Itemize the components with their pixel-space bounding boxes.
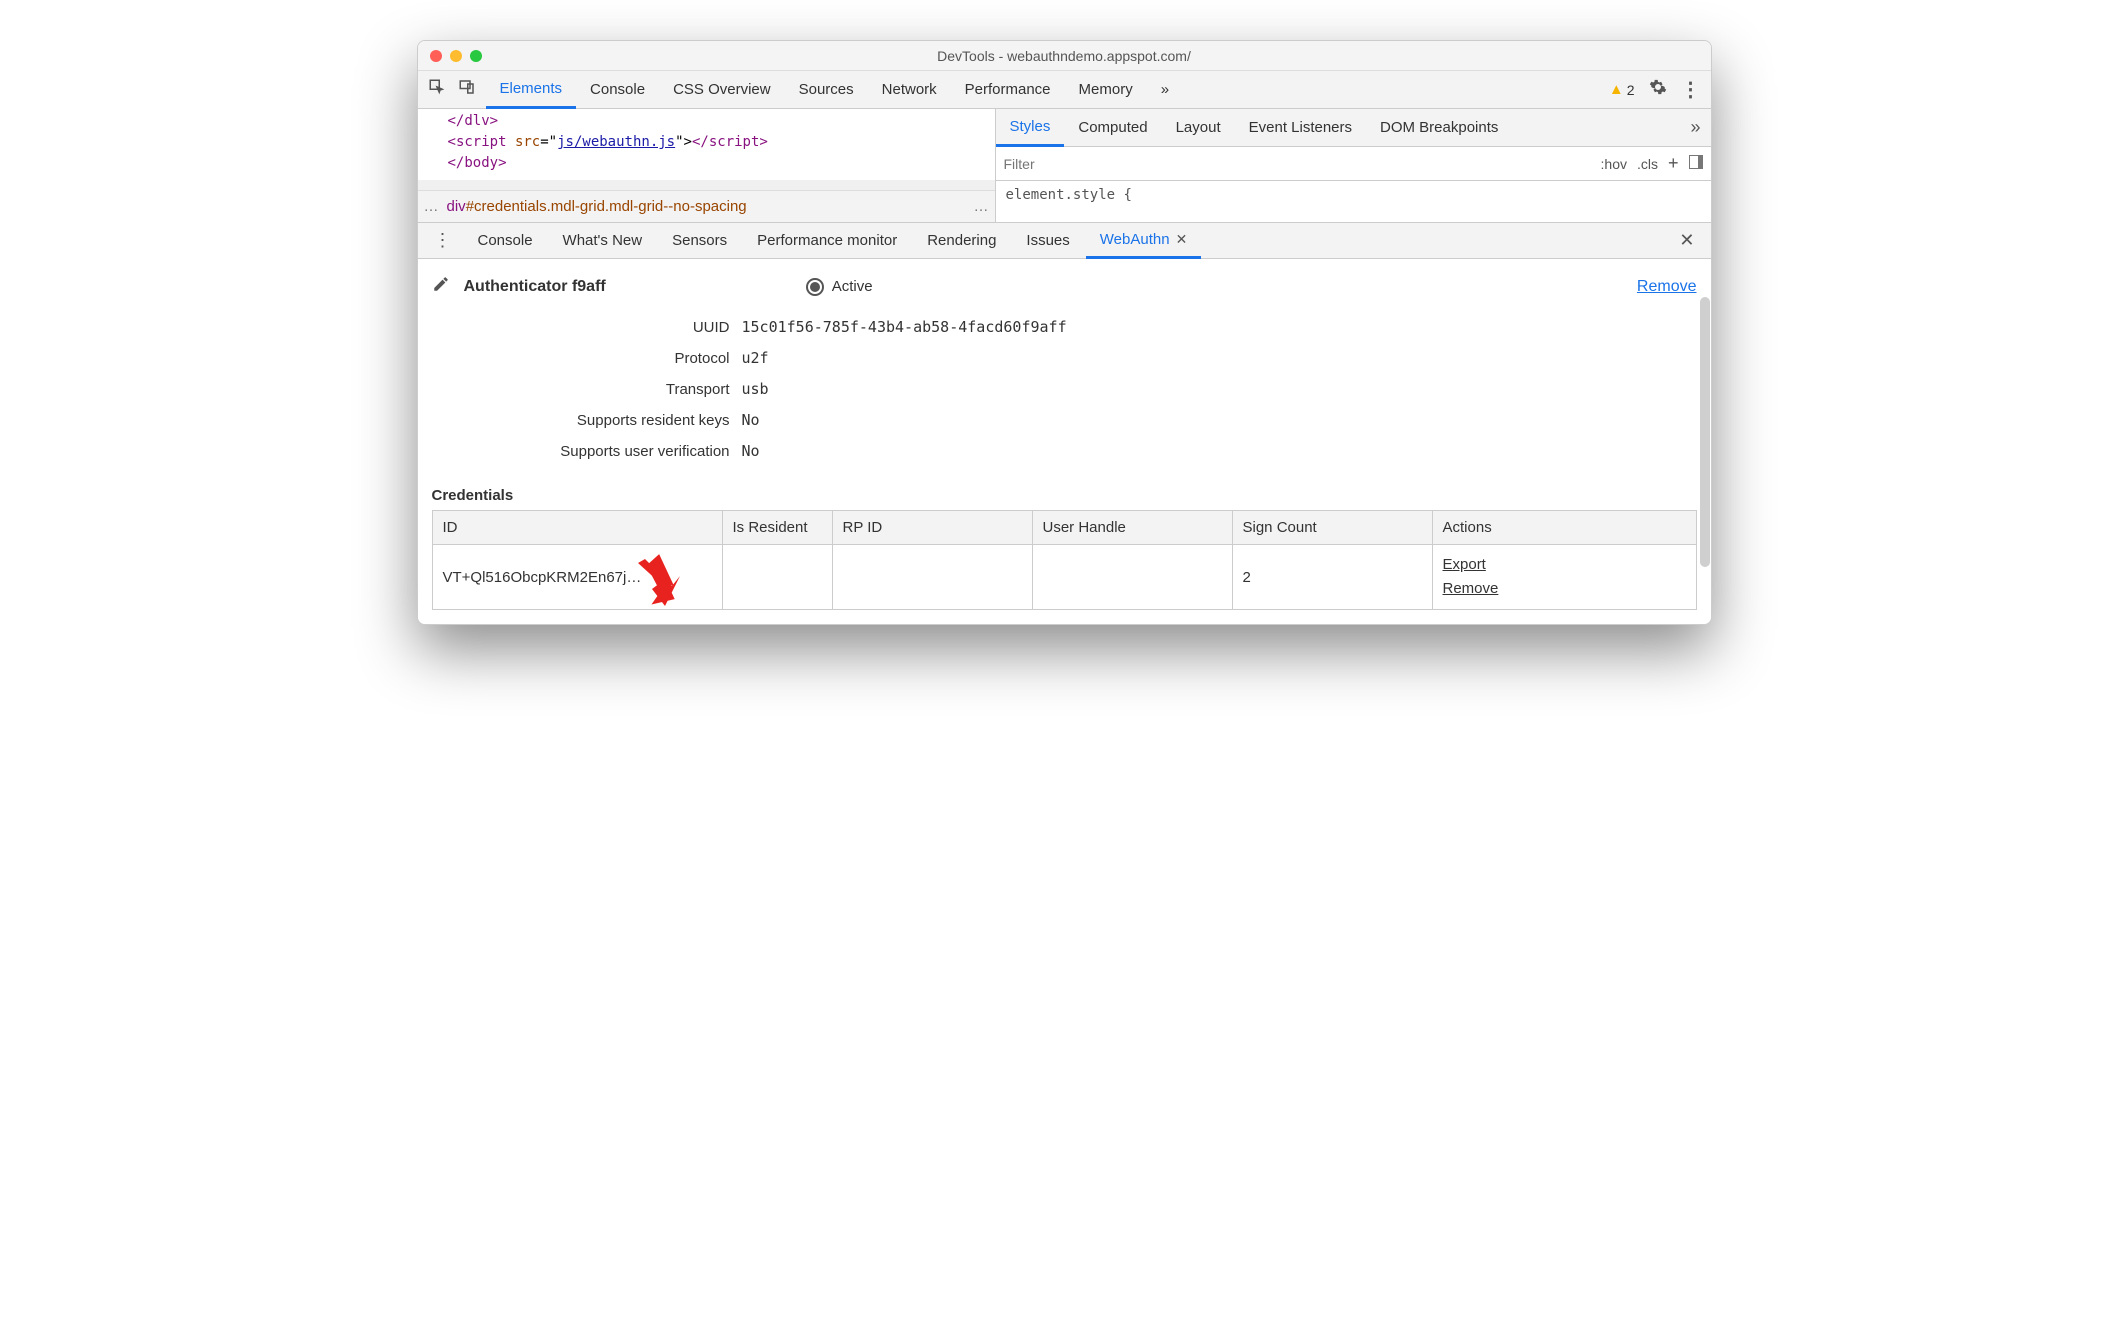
active-label: Active: [832, 278, 873, 295]
tab-memory[interactable]: Memory: [1065, 71, 1147, 109]
panel-scroll-thumb[interactable]: [1700, 297, 1710, 567]
tab-elements[interactable]: Elements: [486, 71, 577, 109]
styles-pane: Styles Computed Layout Event Listeners D…: [996, 109, 1711, 222]
credentials-table: ID Is Resident RP ID User Handle Sign Co…: [432, 510, 1697, 610]
th-signcount: Sign Count: [1232, 511, 1432, 545]
styles-tabs: Styles Computed Layout Event Listeners D…: [996, 109, 1711, 147]
drawer-tab-webauthn[interactable]: WebAuthn ✕: [1086, 223, 1202, 259]
th-actions: Actions: [1432, 511, 1696, 545]
close-window-button[interactable]: [430, 50, 442, 62]
traffic-lights: [418, 50, 482, 62]
titlebar: DevTools - webauthndemo.appspot.com/: [418, 41, 1711, 71]
drawer-tab-perfmonitor[interactable]: Performance monitor: [743, 223, 911, 259]
close-drawer-icon[interactable]: ✕: [1679, 230, 1704, 251]
cell-signcount: 2: [1232, 545, 1432, 610]
warnings-count: 2: [1627, 82, 1635, 98]
warning-icon: ▲: [1609, 81, 1624, 98]
drawer-kebab-icon[interactable]: ⋮: [424, 230, 462, 251]
subtab-event-listeners[interactable]: Event Listeners: [1235, 109, 1366, 147]
subtab-layout[interactable]: Layout: [1162, 109, 1235, 147]
authenticator-title: Authenticator f9aff: [464, 278, 606, 296]
remove-authenticator-link[interactable]: Remove: [1637, 278, 1697, 296]
settings-icon[interactable]: [1649, 78, 1667, 101]
inspect-icon[interactable]: [428, 78, 446, 101]
styles-filter-input[interactable]: [1004, 156, 1591, 172]
cell-id: VT+Ql516ObcpKRM2En67j…: [432, 545, 722, 610]
main-tabs: Elements Console CSS Overview Sources Ne…: [486, 71, 1609, 109]
th-id: ID: [432, 511, 722, 545]
tab-console[interactable]: Console: [576, 71, 659, 109]
export-credential-link[interactable]: Export: [1443, 553, 1686, 577]
active-radio[interactable]: Active: [806, 278, 873, 296]
warnings-badge[interactable]: ▲ 2: [1609, 81, 1635, 98]
split-panes: </dlv> <script src="js/webauthn.js"></sc…: [418, 109, 1711, 223]
th-userhandle: User Handle: [1032, 511, 1232, 545]
tab-performance[interactable]: Performance: [951, 71, 1065, 109]
remove-credential-link[interactable]: Remove: [1443, 577, 1686, 601]
subtab-computed[interactable]: Computed: [1064, 109, 1161, 147]
hov-toggle[interactable]: :hov: [1601, 156, 1627, 172]
cell-resident: [722, 545, 832, 610]
more-tabs-icon[interactable]: »: [1147, 71, 1183, 109]
drawer-tab-rendering[interactable]: Rendering: [913, 223, 1010, 259]
cell-userhandle: [1032, 545, 1232, 610]
cell-rpid: [832, 545, 1032, 610]
minimize-window-button[interactable]: [450, 50, 462, 62]
prop-protocol: Protocol u2f: [432, 343, 1697, 374]
credentials-title: Credentials: [432, 487, 1697, 504]
cls-toggle[interactable]: .cls: [1637, 156, 1658, 172]
dom-tree[interactable]: </dlv> <script src="js/webauthn.js"></sc…: [418, 109, 995, 180]
th-rpid: RP ID: [832, 511, 1032, 545]
webauthn-panel: Authenticator f9aff Active Remove UUID 1…: [418, 259, 1711, 624]
toolbar-left-icons: [418, 78, 486, 101]
panel-scroll-track[interactable]: [1700, 297, 1711, 624]
prop-uuid: UUID 15c01f56-785f-43b4-ab58-4facd60f9af…: [432, 312, 1697, 343]
tab-sources[interactable]: Sources: [785, 71, 868, 109]
drawer-tab-issues[interactable]: Issues: [1012, 223, 1083, 259]
authenticator-header: Authenticator f9aff Active Remove: [432, 275, 1697, 298]
cell-actions: Export Remove: [1432, 545, 1696, 610]
prop-resident-keys: Supports resident keys No: [432, 405, 1697, 436]
subtab-styles[interactable]: Styles: [996, 109, 1065, 147]
toolbar-right: ▲ 2 ⋮: [1609, 77, 1711, 102]
new-style-rule-icon[interactable]: +: [1668, 153, 1679, 174]
authenticator-props: UUID 15c01f56-785f-43b4-ab58-4facd60f9af…: [432, 312, 1697, 467]
drawer-tabs: ⋮ Console What's New Sensors Performance…: [418, 223, 1711, 259]
close-tab-icon[interactable]: ✕: [1176, 231, 1188, 248]
prop-transport: Transport usb: [432, 374, 1697, 405]
edit-icon[interactable]: [432, 275, 452, 298]
styles-body[interactable]: element.style {: [996, 181, 1711, 209]
window-title: DevTools - webauthndemo.appspot.com/: [418, 48, 1711, 64]
device-toggle-icon[interactable]: [458, 78, 476, 101]
subtab-dom-breakpoints[interactable]: DOM Breakpoints: [1366, 109, 1512, 147]
th-resident: Is Resident: [722, 511, 832, 545]
drawer-tab-console[interactable]: Console: [464, 223, 547, 259]
breadcrumb[interactable]: … div#credentials.mdl-grid.mdl-grid--no-…: [418, 190, 995, 222]
table-header-row: ID Is Resident RP ID User Handle Sign Co…: [432, 511, 1696, 545]
main-toolbar: Elements Console CSS Overview Sources Ne…: [418, 71, 1711, 109]
drawer-tab-whatsnew[interactable]: What's New: [549, 223, 657, 259]
radio-icon: [806, 278, 824, 296]
more-subtabs-icon[interactable]: »: [1680, 117, 1710, 138]
prop-user-verification: Supports user verification No: [432, 436, 1697, 467]
toggle-sidebar-icon[interactable]: [1689, 155, 1703, 172]
devtools-window: DevTools - webauthndemo.appspot.com/ Ele…: [417, 40, 1712, 625]
tab-network[interactable]: Network: [868, 71, 951, 109]
table-row: VT+Ql516ObcpKRM2En67j… 2 Export Remove: [432, 545, 1696, 610]
maximize-window-button[interactable]: [470, 50, 482, 62]
styles-toolbar: :hov .cls +: [996, 147, 1711, 181]
breadcrumb-current[interactable]: div#credentials.mdl-grid.mdl-grid--no-sp…: [447, 198, 747, 215]
breadcrumb-left-dots[interactable]: …: [424, 198, 439, 215]
tab-css-overview[interactable]: CSS Overview: [659, 71, 785, 109]
horizontal-scrollbar[interactable]: [418, 180, 995, 190]
elements-pane: </dlv> <script src="js/webauthn.js"></sc…: [418, 109, 996, 222]
drawer-tab-sensors[interactable]: Sensors: [658, 223, 741, 259]
breadcrumb-right-dots[interactable]: …: [974, 198, 989, 215]
kebab-menu-icon[interactable]: ⋮: [1681, 77, 1701, 102]
